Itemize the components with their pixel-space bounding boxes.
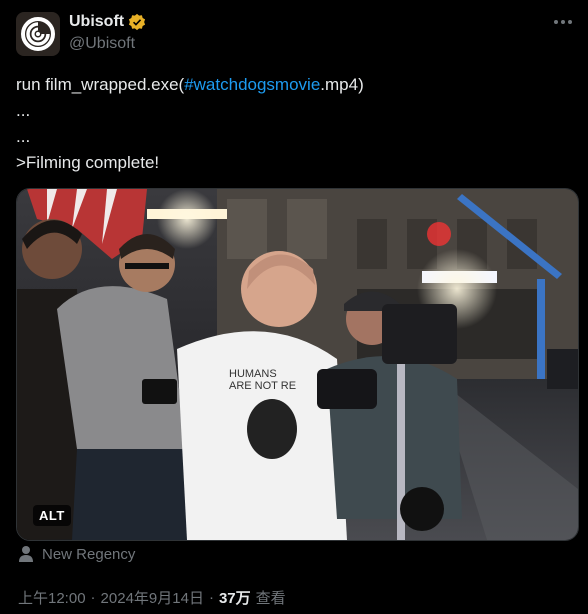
location-name[interactable]: New Regency [42, 546, 135, 563]
display-name[interactable]: Ubisoft [69, 13, 124, 31]
ubisoft-logo-icon [21, 17, 55, 51]
person-icon [19, 546, 33, 562]
verified-badge-icon [129, 13, 146, 31]
tweet-time[interactable]: 上午12:00 [18, 587, 86, 608]
alt-text-button[interactable]: ALT [33, 505, 71, 526]
tweet-line-3: ... [16, 127, 31, 146]
location-row[interactable]: New Regency [18, 545, 135, 563]
tweet-line-1-suffix: .mp4) [320, 75, 364, 94]
tweet-line-1-prefix: run film_wrapped.exe( [16, 75, 185, 94]
tweet-meta: 上午12:00 · 2024年9月14日 · 37万 查看 [18, 587, 286, 608]
more-options-icon[interactable] [554, 12, 572, 32]
meta-separator: · [90, 589, 96, 606]
meta-separator-2: · [208, 589, 214, 606]
handle[interactable]: @Ubisoft [69, 35, 146, 53]
avatar[interactable] [16, 12, 60, 56]
tweet-header: Ubisoft @Ubisoft [16, 12, 146, 56]
tweet-line-1: run film_wrapped.exe(#watchdogsmovie.mp4… [16, 72, 566, 98]
tweet-line-2: ... [16, 101, 31, 120]
tweet-photo[interactable]: HUMANS ARE NOT RE ALT [16, 188, 579, 541]
display-name-row[interactable]: Ubisoft [69, 13, 146, 31]
tweet-text: run film_wrapped.exe(#watchdogsmovie.mp4… [16, 72, 566, 176]
view-label: 查看 [255, 590, 286, 607]
tweet-line-4: >Filming complete! [16, 153, 160, 172]
photo-film-crew: HUMANS ARE NOT RE [17, 189, 578, 540]
tweet-date[interactable]: 2024年9月14日 [101, 587, 204, 608]
view-count: 37万 [218, 590, 251, 607]
hashtag-link[interactable]: #watchdogsmovie [184, 75, 320, 94]
